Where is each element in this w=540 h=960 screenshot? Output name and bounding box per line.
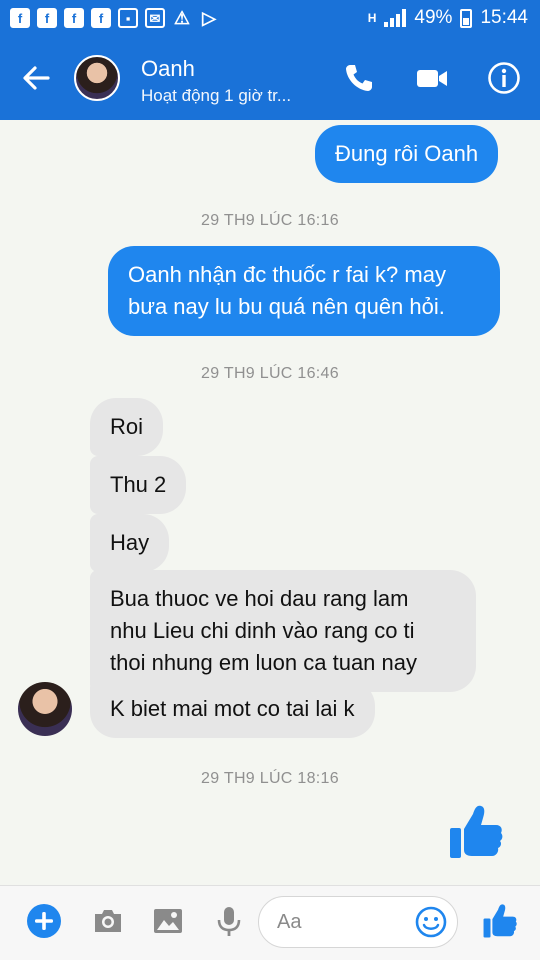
- phone-call-icon[interactable]: [341, 60, 377, 96]
- conversation-header: Oanh Hoạt động 1 giờ tr...: [0, 38, 540, 120]
- message-text-line: nhu Lieu chi dinh vào rang co ti: [110, 618, 415, 643]
- message-incoming[interactable]: K biet mai mot co tai lai k: [90, 680, 375, 738]
- message-incoming[interactable]: Bua thuoc ve hoi dau rang lam nhu Lieu c…: [90, 570, 476, 692]
- message-composer: Aa: [0, 885, 540, 960]
- message-text-line: Bua thuoc ve hoi dau rang lam: [110, 586, 409, 611]
- contact-status: Hoạt động 1 giờ tr...: [141, 86, 292, 105]
- message-text: Đung rôi Oanh: [335, 141, 479, 166]
- warning-icon: ⚠: [173, 8, 191, 28]
- message-text-line: bưa nay lu bu quá nên quên hỏi.: [128, 294, 445, 319]
- like-icon[interactable]: [482, 902, 518, 940]
- gallery-icon[interactable]: [151, 904, 185, 938]
- message-list[interactable]: Đung rôi Oanh 29 TH9 LÚC 16:16 Oanh nhận…: [0, 120, 540, 885]
- notification-icons: f f f f ▪ ✉ ⚠ ▷: [10, 8, 219, 28]
- video-call-icon[interactable]: [414, 60, 450, 96]
- message-input[interactable]: Aa: [258, 896, 458, 948]
- play-store-icon: ▷: [202, 8, 216, 28]
- network-type: H: [367, 11, 377, 25]
- gallery-icon: ▪: [118, 8, 138, 28]
- message-text: Roi: [110, 414, 144, 439]
- message-text: Thu 2: [110, 472, 167, 497]
- timestamp: 29 TH9 LÚC 18:16: [201, 770, 339, 787]
- status-bar: f f f f ▪ ✉ ⚠ ▷ H 49% 15:44: [0, 0, 540, 38]
- message-outgoing[interactable]: Oanh nhận đc thuốc r fai k? may bưa nay …: [108, 246, 500, 336]
- battery-percent: 49%: [414, 7, 453, 28]
- timestamp: 29 TH9 LÚC 16:16: [201, 212, 339, 229]
- contact-avatar[interactable]: [74, 55, 120, 101]
- message-text-line: Oanh nhận đc thuốc r fai k? may: [128, 262, 446, 287]
- message-incoming[interactable]: Thu 2: [90, 456, 187, 514]
- info-icon[interactable]: [486, 60, 522, 96]
- emoji-icon[interactable]: [415, 906, 447, 938]
- facebook-icon: f: [91, 8, 111, 28]
- signal-icon: [384, 9, 407, 27]
- facebook-icon: f: [10, 8, 30, 28]
- facebook-icon: f: [64, 8, 84, 28]
- clock: 15:44: [480, 7, 528, 28]
- mail-icon: ✉: [145, 8, 165, 28]
- add-icon[interactable]: [27, 904, 61, 938]
- battery-icon: [460, 8, 473, 28]
- message-text: K biet mai mot co tai lai k: [110, 696, 355, 721]
- camera-icon[interactable]: [91, 904, 125, 938]
- contact-name[interactable]: Oanh: [141, 56, 195, 82]
- back-arrow-icon[interactable]: [18, 60, 54, 96]
- message-incoming[interactable]: Hay: [90, 514, 170, 572]
- message-input-placeholder: Aa: [277, 911, 302, 933]
- sender-avatar[interactable]: [18, 682, 72, 736]
- message-incoming[interactable]: Roi: [90, 398, 164, 456]
- timestamp: 29 TH9 LÚC 16:46: [201, 365, 339, 382]
- message-text-line: thoi nhung em luon ca tuan nay: [110, 650, 418, 675]
- message-text: Hay: [110, 530, 150, 555]
- microphone-icon[interactable]: [212, 904, 246, 938]
- like-sticker-icon[interactable]: [448, 802, 504, 862]
- message-outgoing[interactable]: Đung rôi Oanh: [315, 125, 499, 183]
- facebook-icon: f: [37, 8, 57, 28]
